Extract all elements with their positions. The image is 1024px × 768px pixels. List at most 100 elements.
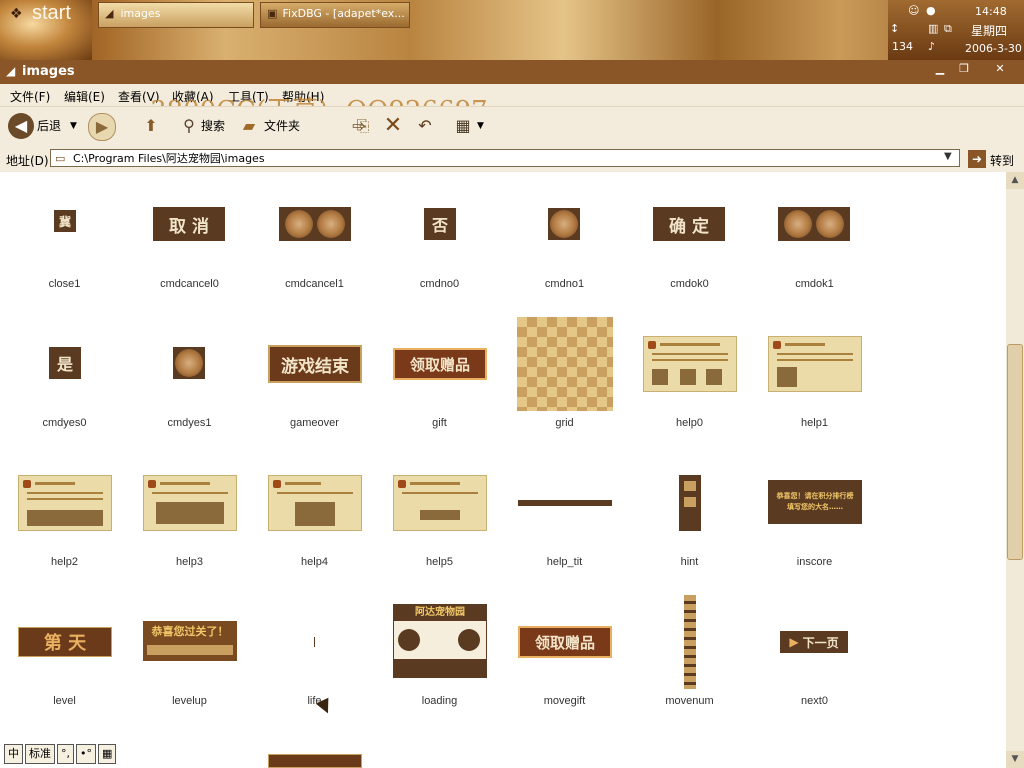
file-item[interactable]: help3	[127, 450, 252, 580]
file-thumbnail: 否	[424, 208, 456, 240]
tray-smiley-icon[interactable]: ☺	[908, 4, 919, 17]
file-item[interactable]: hint	[627, 450, 752, 580]
file-item[interactable]: 否 cmdno0	[377, 172, 502, 302]
tray-count: 134	[892, 40, 913, 53]
file-name: cmdok0	[670, 278, 709, 290]
file-item[interactable]: help0	[627, 311, 752, 441]
file-thumbnail	[778, 207, 850, 241]
file-name: grid	[555, 417, 574, 429]
file-item[interactable]: 冀 close1	[2, 172, 127, 302]
file-name: help5	[426, 556, 453, 568]
search-button-label[interactable]: 搜索	[201, 117, 225, 134]
vertical-scrollbar[interactable]: ▲ ▼	[1006, 172, 1024, 768]
menu-edit[interactable]: 编辑(E)	[64, 88, 105, 105]
up-folder-icon[interactable]: ⬆	[138, 113, 164, 139]
ime-chinese-toggle[interactable]: 中	[4, 744, 23, 764]
folder-icon: ◢	[6, 64, 16, 78]
file-item[interactable]: help5	[377, 450, 502, 580]
file-item[interactable]: 取 消 cmdcancel0	[127, 172, 252, 302]
file-item[interactable]: movenum	[627, 589, 752, 719]
tray-network-icon[interactable]: ▥	[928, 22, 938, 35]
file-thumbnail	[518, 500, 612, 506]
tray-restore-icon[interactable]: ⧉	[944, 22, 952, 36]
go-button[interactable]: 转到	[990, 152, 1014, 169]
play-icon: ▶	[789, 635, 799, 649]
ime-toolbar: 中 标准 °, •° ▦	[4, 744, 117, 766]
file-name: movenum	[665, 695, 714, 707]
clock-time: 14:48	[975, 5, 1007, 18]
minimize-button[interactable]: ▁	[930, 62, 950, 76]
delete-icon[interactable]: ✕	[380, 113, 406, 139]
file-item[interactable]: cmdcancel1	[252, 172, 377, 302]
next-label: 下一页	[802, 635, 839, 650]
address-dropdown-icon[interactable]: ▼	[944, 151, 952, 162]
scroll-down-icon[interactable]: ▼	[1006, 751, 1024, 768]
ime-punctuation-toggle[interactable]: °,	[57, 744, 74, 764]
file-item[interactable]: ▶ 下一页 next0	[752, 589, 877, 719]
copy-to-icon[interactable]: ⎘	[350, 113, 376, 139]
scroll-up-icon[interactable]: ▲	[1006, 172, 1024, 189]
file-item[interactable]: help1	[752, 311, 877, 441]
address-input[interactable]	[50, 149, 960, 167]
levelup-text: 恭喜您过关了！	[151, 625, 229, 638]
file-item[interactable]: life	[252, 589, 377, 719]
tray-balloon-icon[interactable]: ●	[926, 4, 936, 17]
views-dropdown-icon[interactable]: ▼	[477, 121, 484, 131]
file-item[interactable]: 游戏结束 gameover	[252, 311, 377, 441]
views-icon[interactable]: ▦	[450, 113, 476, 139]
forward-arrow-icon[interactable]: ▶	[88, 113, 116, 141]
file-item[interactable]: 第 天 level	[2, 589, 127, 719]
file-thumbnail	[314, 637, 315, 647]
ime-mode-standard[interactable]: 标准	[25, 744, 55, 764]
go-arrow-icon[interactable]: ➜	[968, 150, 986, 168]
folders-icon[interactable]: ▰	[236, 113, 262, 139]
file-name: movegift	[543, 695, 586, 707]
file-item[interactable]: 恭喜您！请在积分排行榜 填写您的大名…… inscore	[752, 450, 877, 580]
file-item[interactable]: 领取赠品 gift	[377, 311, 502, 441]
file-item[interactable]: 阿达宠物园 loading	[377, 589, 502, 719]
file-item[interactable]: cmdno1	[502, 172, 627, 302]
search-icon[interactable]: ⚲	[176, 113, 202, 139]
file-item[interactable]: grid	[502, 311, 627, 441]
taskbar-button-label: images	[120, 7, 161, 20]
back-arrow-icon[interactable]: ◀	[8, 113, 34, 139]
file-item[interactable]: cmdok1	[752, 172, 877, 302]
maximize-button[interactable]: ❐	[954, 62, 974, 76]
toolbar: ◀ 后退 ▼ ▶ ⬆ ⚲ 搜索 ▰ 文件夹 ⇨ ⎘ ✕ ↶ ▦ ▼	[0, 106, 1024, 147]
file-name: help_tit	[546, 556, 583, 568]
file-item[interactable]: help2	[2, 450, 127, 580]
file-thumbnail	[18, 475, 112, 531]
close-button[interactable]: ✕	[990, 62, 1010, 76]
tray-volume-icon[interactable]: ♪	[928, 40, 935, 53]
file-name: loading	[421, 695, 458, 707]
file-item[interactable]: help4	[252, 450, 377, 580]
file-name: life	[307, 695, 322, 707]
file-item[interactable]: help_tit	[502, 450, 627, 580]
tray-arrow-icon[interactable]: ↕	[890, 22, 899, 35]
back-dropdown-icon[interactable]: ▼	[70, 121, 77, 131]
file-thumbnail	[173, 347, 205, 379]
back-button-label[interactable]: 后退	[37, 117, 61, 134]
menu-file[interactable]: 文件(F)	[10, 88, 50, 105]
file-name: help1	[801, 417, 828, 429]
ime-width-toggle[interactable]: •°	[76, 744, 96, 764]
file-item[interactable]: 确 定 cmdok0	[627, 172, 752, 302]
file-thumbnail: 确 定	[653, 207, 725, 241]
file-item[interactable]: 恭喜您过关了！ levelup	[127, 589, 252, 719]
file-item[interactable]: cmdyes1	[127, 311, 252, 441]
taskbar-button-images[interactable]: ◢ images	[98, 2, 254, 28]
file-item[interactable]: 是 cmdyes0	[2, 311, 127, 441]
app-icon: ▣	[267, 7, 278, 20]
file-list: 冀 close1 取 消 cmdcancel0 cmdcancel1 否 cmd…	[0, 172, 1006, 768]
folders-button-label[interactable]: 文件夹	[264, 117, 300, 134]
start-button[interactable]: ❖ start	[0, 0, 92, 60]
file-item[interactable]: 领取赠品 movegift	[502, 589, 627, 719]
file-thumbnail	[393, 475, 487, 531]
file-thumbnail: 恭喜您过关了！	[143, 621, 237, 661]
ime-keyboard-icon[interactable]: ▦	[98, 744, 117, 764]
taskbar-button-fixdbg[interactable]: ▣ FixDBG - [adapet*ex...	[260, 2, 410, 28]
scrollbar-thumb[interactable]	[1007, 344, 1023, 560]
file-name: next0	[801, 695, 828, 707]
undo-icon[interactable]: ↶	[412, 113, 438, 139]
file-name: cmdno1	[544, 278, 585, 290]
